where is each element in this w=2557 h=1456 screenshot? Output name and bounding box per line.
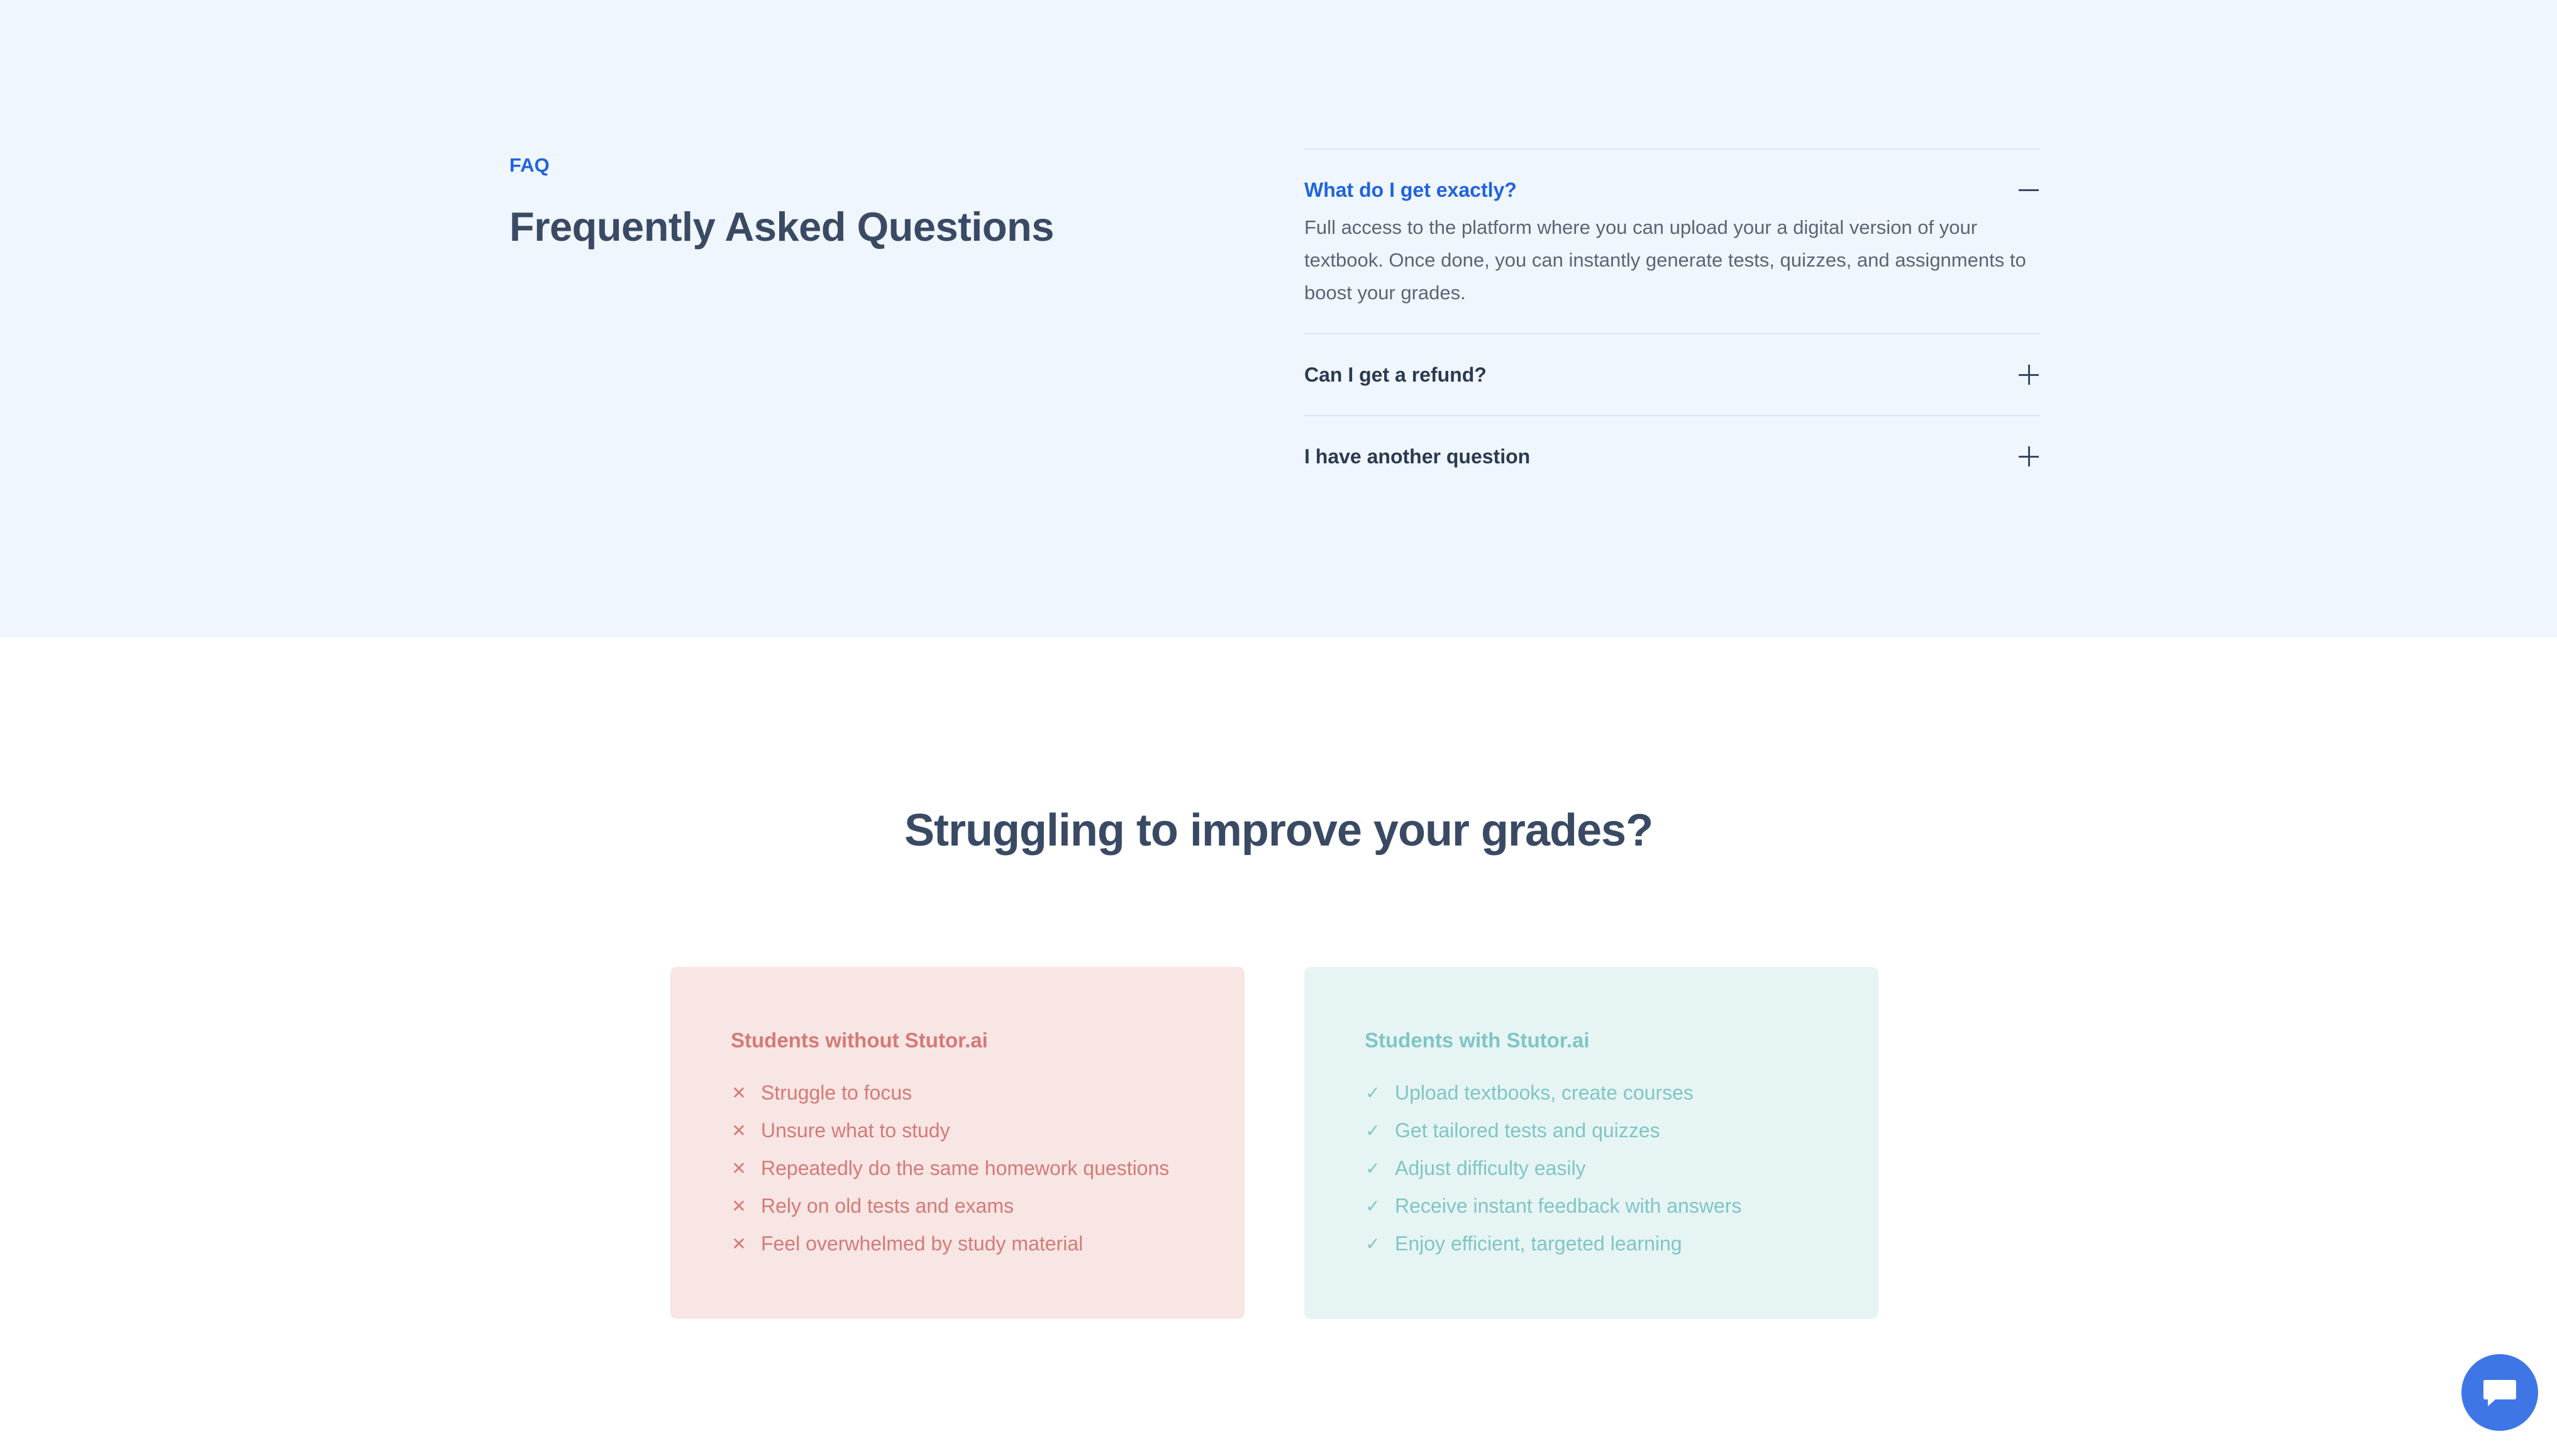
faq-question: Can I get a refund? — [1304, 363, 1487, 386]
list-item: ✓ Upload textbooks, create courses — [1365, 1074, 1818, 1111]
plus-icon — [2017, 445, 2040, 468]
faq-question: What do I get exactly? — [1304, 178, 1517, 201]
faq-question-toggle[interactable]: What do I get exactly? — [1304, 150, 2040, 230]
x-icon: ✕ — [731, 1233, 746, 1254]
faq-item: Can I get a refund? — [1304, 333, 2040, 415]
x-icon: ✕ — [731, 1120, 746, 1140]
card-heading: Students with Stutor.ai — [1365, 1029, 1590, 1052]
list-item: ✓ Enjoy efficient, targeted learning — [1365, 1225, 1818, 1262]
comparison-title: Struggling to improve your grades? — [904, 805, 1653, 856]
list-item: ✕ Feel overwhelmed by study material — [731, 1225, 1184, 1262]
x-icon: ✕ — [731, 1158, 746, 1178]
plus-icon — [2017, 363, 2040, 386]
list-item-text: Enjoy efficient, targeted learning — [1395, 1232, 1682, 1255]
x-icon: ✕ — [731, 1196, 746, 1216]
faq-question-toggle[interactable]: Can I get a refund? — [1304, 334, 2040, 415]
pain-point-list: ✕ Struggle to focus ✕ Unsure what to study… — [731, 1074, 1184, 1262]
faq-list: What do I get exactly? Full access to th… — [1304, 148, 2040, 497]
list-item-text: Receive instant feedback with answers — [1395, 1194, 1742, 1217]
list-item-text: Feel overwhelmed by study material — [761, 1232, 1084, 1255]
x-icon: ✕ — [731, 1083, 746, 1103]
list-item-text: Upload textbooks, create courses — [1395, 1081, 1694, 1104]
minus-icon — [2017, 179, 2040, 201]
faq-title: Frequently Asked Questions — [509, 204, 1054, 250]
faq-item: What do I get exactly? Full access to th… — [1304, 148, 2040, 333]
check-icon: ✓ — [1365, 1120, 1380, 1140]
list-item: ✓ Get tailored tests and quizzes — [1365, 1111, 1818, 1149]
list-item: ✕ Rely on old tests and exams — [731, 1187, 1184, 1225]
list-item-text: Adjust difficulty easily — [1395, 1156, 1586, 1179]
chat-button[interactable] — [2461, 1354, 2538, 1431]
check-icon: ✓ — [1365, 1158, 1380, 1178]
list-item: ✓ Receive instant feedback with answers — [1365, 1187, 1818, 1225]
card-without-stutor: Students without Stutor.ai ✕ Struggle to … — [670, 967, 1245, 1319]
check-icon: ✓ — [1365, 1233, 1380, 1254]
faq-section: FAQ Frequently Asked Questions What do I… — [0, 0, 2557, 637]
faq-question-toggle[interactable]: I have another question — [1304, 416, 2040, 497]
card-heading: Students without Stutor.ai — [731, 1029, 988, 1052]
chat-bubble-icon — [2483, 1380, 2516, 1406]
list-item-text: Struggle to focus — [761, 1081, 912, 1104]
benefit-list: ✓ Upload textbooks, create courses ✓ Get t… — [1365, 1074, 1818, 1262]
list-item: ✓ Adjust difficulty easily — [1365, 1149, 1818, 1187]
check-icon: ✓ — [1365, 1083, 1380, 1103]
list-item: ✕ Unsure what to study — [731, 1111, 1184, 1149]
list-item: ✕ Repeatedly do the same homework questio… — [731, 1149, 1184, 1187]
check-icon: ✓ — [1365, 1196, 1380, 1216]
list-item: ✕ Struggle to focus — [731, 1074, 1184, 1111]
faq-question: I have another question — [1304, 444, 1531, 468]
list-item-text: Unsure what to study — [761, 1118, 950, 1142]
list-item-text: Repeatedly do the same homework question… — [761, 1156, 1170, 1179]
page: FAQ Frequently Asked Questions What do I… — [0, 0, 2557, 1456]
faq-item: I have another question — [1304, 415, 2040, 497]
faq-label: FAQ — [509, 154, 550, 176]
list-item-text: Rely on old tests and exams — [761, 1194, 1014, 1217]
card-with-stutor: Students with Stutor.ai ✓ Upload textbook… — [1304, 967, 1878, 1319]
list-item-text: Get tailored tests and quizzes — [1395, 1118, 1660, 1142]
